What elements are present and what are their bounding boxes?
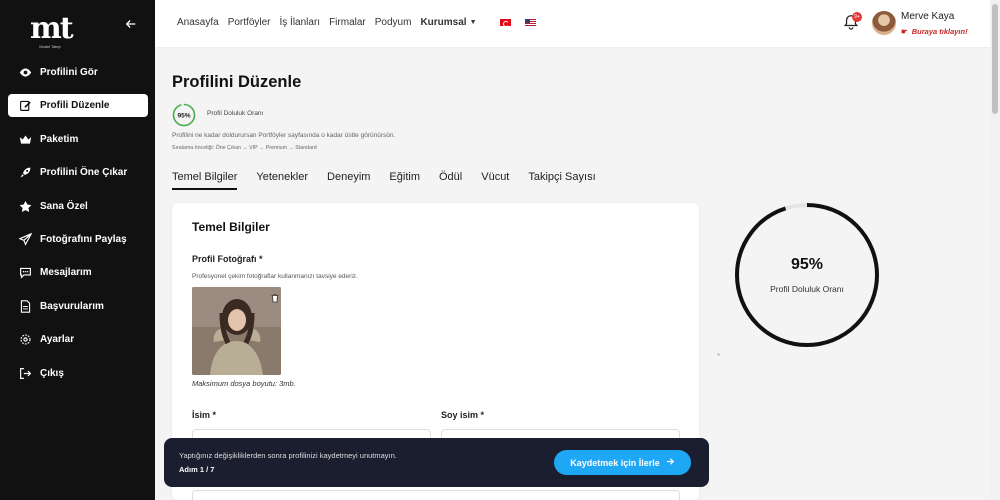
first-name-label: İsim * (192, 410, 217, 420)
continue-button-label: Kaydetmek için İlerle (570, 457, 660, 468)
sidebar-item-label: Profilini Gör (40, 67, 98, 78)
sidebar-item-label: Profili Düzenle (40, 100, 110, 112)
kurumsal-label: Kurumsal (420, 17, 467, 28)
tab-egitim[interactable]: Eğitim (389, 171, 420, 190)
arrow-right-icon (666, 457, 675, 468)
completion-big-ring (735, 203, 879, 347)
max-file-size-note: Maksimum dosya boyutu: 3mb. (192, 379, 296, 388)
scrollbar-thumb[interactable] (992, 4, 998, 114)
sidebar-item-label: Profilini Öne Çıkar (40, 167, 128, 179)
logout-icon (18, 366, 32, 380)
nav-link-podyum[interactable]: Podyum (375, 17, 412, 28)
trash-icon (271, 294, 279, 303)
sidebar-item-label: Başvurularım (40, 300, 104, 312)
tab-temel-bilgiler[interactable]: Temel Bilgiler (172, 171, 238, 190)
user-link-label: Buraya tıklayın! (911, 27, 968, 36)
sidebar-item-profili-duzenle[interactable]: Profili Düzenle (8, 94, 148, 118)
collapse-sidebar-icon[interactable] (124, 17, 140, 33)
photo-field-label: Profil Fotoğrafı * (192, 254, 263, 264)
completion-mini-label: Profil Doluluk Oranı (207, 110, 264, 117)
avatar[interactable] (872, 11, 896, 35)
sidebar-item-label: Mesajlarım (40, 267, 92, 279)
completion-big-label: Profil Doluluk Oranı (770, 284, 844, 294)
decorative-dot (717, 353, 720, 356)
sidebar-item-label: Fotoğrafını Paylaş (40, 233, 127, 245)
profile-photo[interactable] (192, 287, 281, 375)
top-navigation: Anasayfa Portföyler İş İlanları Firmalar… (177, 17, 536, 28)
page-title: Profilini Düzenle (172, 73, 302, 91)
completion-mini-pct: 95% (177, 112, 190, 119)
ranking-info-text: Profilini ne kadar doldurursan Portföyle… (172, 132, 396, 139)
logo-mark: mt (30, 11, 74, 46)
tab-yetenekler[interactable]: Yetenekler (256, 171, 308, 190)
sidebar-item-basvurularim[interactable]: Başvurularım (8, 295, 148, 318)
toast-message: Yaptığınız değişikliklerden sonra profil… (179, 451, 397, 460)
edit-icon (18, 99, 32, 113)
tab-takipci-sayisi[interactable]: Takipçi Sayısı (528, 171, 595, 190)
crown-icon (18, 132, 32, 146)
sidebar: mt Model Talep Profilini Gör Profili Düz… (0, 0, 155, 500)
nav-link-anasayfa[interactable]: Anasayfa (177, 17, 219, 28)
photo-hint: Profesyonel çekim fotoğraflar kullanmanı… (192, 273, 358, 280)
page-scrollbar[interactable] (990, 0, 1000, 500)
tab-deneyim[interactable]: Deneyim (327, 171, 370, 190)
nav-dropdown-kurumsal[interactable]: Kurumsal ▼ (420, 17, 476, 28)
nav-link-firmalar[interactable]: Firmalar (329, 17, 366, 28)
profile-tabs: Temel Bilgiler Yetenekler Deneyim Eğitim… (172, 171, 615, 190)
star-icon (18, 199, 32, 213)
user-name[interactable]: Merve Kaya (901, 11, 954, 22)
turkish-flag-icon[interactable] (499, 19, 511, 26)
completion-big-arc (735, 203, 879, 347)
notification-count-badge: 9+ (852, 12, 862, 22)
document-icon (18, 299, 32, 313)
chevron-down-icon: ▼ (469, 19, 477, 26)
last-name-label: Soy isim * (441, 410, 485, 420)
completion-big-pct: 95% (790, 256, 824, 273)
save-reminder-toast: Yaptığınız değişikliklerden sonra profil… (164, 438, 709, 487)
continue-to-save-button[interactable]: Kaydetmek için İlerle (554, 450, 691, 475)
eye-icon (18, 66, 32, 80)
completion-mini-ring: 95% (172, 103, 196, 127)
sidebar-item-profilini-one-cikar[interactable]: Profilini Öne Çıkar (8, 161, 148, 184)
logo[interactable]: mt Model Talep (30, 11, 74, 50)
card-title: Temel Bilgiler (192, 220, 270, 234)
sidebar-item-paketim[interactable]: Paketim (8, 128, 148, 151)
notification-bell[interactable]: 9+ (843, 12, 862, 32)
us-flag-icon[interactable] (524, 19, 536, 26)
sidebar-item-sana-ozel[interactable]: Sana Özel (8, 195, 148, 218)
sidebar-item-profilini-gor[interactable]: Profilini Gör (8, 61, 148, 84)
chat-icon (18, 266, 32, 280)
pointing-hand-icon: ☛ (901, 27, 908, 36)
sidebar-item-ayarlar[interactable]: Ayarlar (8, 328, 148, 351)
rocket-icon (18, 166, 32, 180)
sidebar-item-fotografini-paylas[interactable]: Fotoğrafını Paylaş (8, 228, 148, 251)
nav-link-portfoyler[interactable]: Portföyler (228, 17, 271, 28)
gear-icon (18, 333, 32, 347)
next-field-input[interactable] (192, 490, 680, 500)
user-profile-link[interactable]: ☛ Buraya tıklayın! (901, 27, 968, 36)
sidebar-item-mesajlarim[interactable]: Mesajlarım (8, 261, 148, 284)
priority-info-text: Sıralama önceliği: Öne Çıkan → VIP → Pre… (172, 145, 317, 151)
topbar: Anasayfa Portföyler İş İlanları Firmalar… (155, 0, 990, 48)
delete-photo-button[interactable] (270, 290, 280, 303)
sidebar-nav: Profilini Gör Profili Düzenle Paketim Pr… (8, 61, 148, 395)
step-counter: Adım 1 / 7 (179, 465, 215, 474)
send-icon (18, 232, 32, 246)
tab-vucut[interactable]: Vücut (481, 171, 509, 190)
sidebar-item-label: Sana Özel (40, 200, 88, 212)
sidebar-item-label: Paketim (40, 133, 79, 145)
sidebar-item-cikis[interactable]: Çıkış (8, 362, 148, 385)
tab-odul[interactable]: Ödül (439, 171, 462, 190)
sidebar-item-label: Ayarlar (40, 334, 75, 346)
nav-link-is-ilanlari[interactable]: İş İlanları (280, 17, 321, 28)
profile-photo-image (192, 287, 281, 375)
sidebar-item-label: Çıkış (40, 367, 64, 379)
